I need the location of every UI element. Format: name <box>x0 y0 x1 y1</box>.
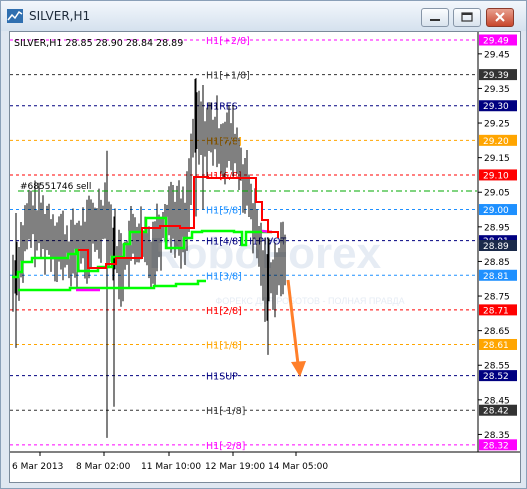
level-price-value: 29.49 <box>483 37 509 47</box>
restore-icon <box>461 12 473 22</box>
minimize-button[interactable] <box>421 8 449 27</box>
price-tick-label: 28.85 <box>484 258 510 268</box>
level-price-value: 29.39 <box>483 71 509 81</box>
watermark-subtitle: ФОРЕКС ДЛЯ РОБОТОВ - ПОЛНАЯ ПРАВДА <box>215 296 404 306</box>
level-price-value: 29.30 <box>483 102 509 112</box>
level-price-value: 28.61 <box>483 341 509 351</box>
level-label: H1[-2/8] <box>206 441 245 452</box>
price-tick-label: 29.45 <box>484 50 510 60</box>
price-tick-label: 28.35 <box>484 431 510 441</box>
level-price-value: 29.10 <box>483 171 509 181</box>
forecast-arrow-head <box>291 361 306 377</box>
time-tick-label: 14 Mar 05:00 <box>268 462 328 472</box>
green-base-line <box>18 279 206 292</box>
chart-app-icon <box>7 9 23 23</box>
level-label: H1[+2/8] <box>206 36 250 47</box>
restore-button[interactable] <box>453 8 481 27</box>
price-tick-label: 29.35 <box>484 85 510 95</box>
window-title: SILVER,H1 <box>29 9 91 23</box>
forecast-arrow <box>286 279 300 365</box>
close-button[interactable] <box>486 8 514 27</box>
price-tick-label: 28.75 <box>484 293 510 303</box>
level-price-value: 29.00 <box>483 206 509 216</box>
price-tick-label: 29.25 <box>484 120 510 130</box>
level-label: H1[-1/8] <box>206 406 245 417</box>
price-tick-label: 29.15 <box>484 154 510 164</box>
level-price-value: 28.71 <box>483 306 509 316</box>
price-tick-label: 28.65 <box>484 327 510 337</box>
level-price-value: 29.20 <box>483 137 509 147</box>
level-label: H1[1/8] <box>206 340 242 351</box>
close-icon <box>495 12 505 22</box>
level-price-value: 28.52 <box>483 372 509 382</box>
time-tick-label: 8 Mar 02:00 <box>76 462 131 472</box>
level-price-value: 28.42 <box>483 407 509 417</box>
sell-order-label: #68551746 sell <box>20 182 91 192</box>
level-label: H1[2/8] <box>206 306 242 317</box>
price-tick-label: 29.05 <box>484 189 510 199</box>
level-price-value: 28.32 <box>483 441 509 451</box>
price-chart[interactable]: RoboForex ФОРЕКС ДЛЯ РОБОТОВ - ПОЛНАЯ ПР… <box>10 32 520 482</box>
level-label: H1[+1/8] <box>206 71 250 82</box>
level-label: H1[3/8] <box>206 271 242 282</box>
level-label: H1SUP <box>206 372 238 383</box>
time-tick-label: 6 Mar 2013 <box>12 462 63 472</box>
price-tick-label: 28.55 <box>484 362 510 372</box>
minimize-icon <box>430 19 440 21</box>
level-price-value: 28.81 <box>483 272 509 282</box>
murrey-levels: H1[+2/8] 29.49H1[+1/8] 29.39H1RES 29.30H1[7… <box>10 34 517 452</box>
time-tick-label: 12 Mar 19:00 <box>205 462 265 472</box>
chart-info: SILVER,H1 28.85 28.90 28.84 28.89 <box>14 38 183 49</box>
current-price-value: 28.89 <box>483 242 509 252</box>
chart-window: SILVER,H1 RoboForex ФОРЕКС ДЛЯ РОБОТОВ -… <box>0 0 527 489</box>
chart-area[interactable]: RoboForex ФОРЕКС ДЛЯ РОБОТОВ - ПОЛНАЯ ПР… <box>9 31 521 483</box>
time-tick-label: 11 Mar 10:00 <box>141 462 201 472</box>
price-tick-label: 28.95 <box>484 223 510 233</box>
title-bar[interactable]: SILVER,H1 <box>1 1 526 31</box>
price-tick-label: 28.45 <box>484 396 510 406</box>
level-label: H1[5/8] <box>206 206 242 217</box>
time-axis: 6 Mar 2013 8 Mar 02:00 11 Mar 10:00 12 Mar … <box>12 452 328 472</box>
